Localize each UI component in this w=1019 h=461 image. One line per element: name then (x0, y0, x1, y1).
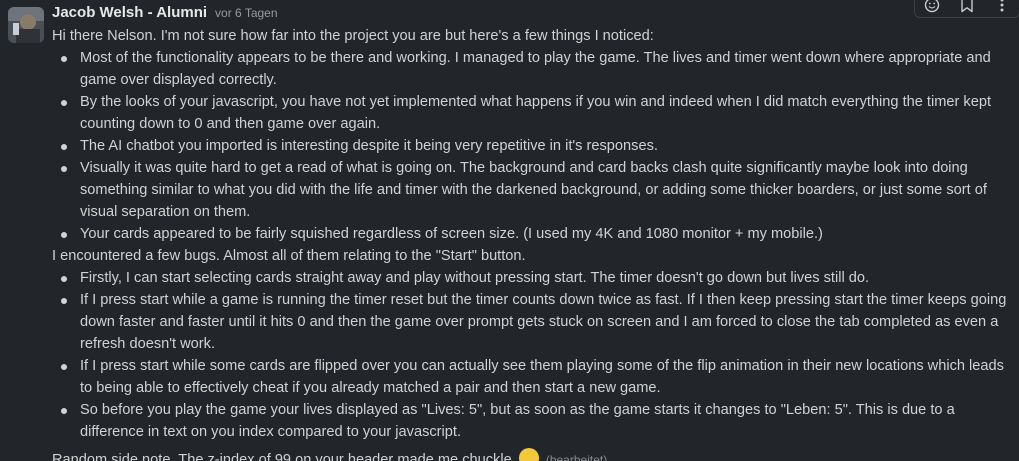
message-timestamp[interactable]: vor 6 Tagen (215, 6, 278, 20)
avatar[interactable] (8, 7, 44, 43)
message-item: Jacob Welsh - Alumni vor 6 Tagen Hi ther… (0, 0, 1019, 461)
list-item: Most of the functionality appears to be … (61, 47, 1012, 91)
bugs-list: Firstly, I can start selecting cards str… (52, 267, 1012, 443)
side-note-text: Random side note. The z-index of 99 on y… (52, 452, 512, 461)
side-note: Random side note. The z-index of 99 on y… (52, 448, 607, 461)
message-body: Hi there Nelson. I'm not sure how far in… (52, 25, 1012, 443)
avatar-image (8, 7, 44, 43)
message-intro: Hi there Nelson. I'm not sure how far in… (52, 28, 654, 44)
add-reaction-icon (925, 0, 940, 13)
more-actions-button[interactable] (991, 0, 1013, 15)
grinning-emoji-icon (518, 448, 539, 461)
list-item: Visually it was quite hard to get a read… (61, 157, 1012, 223)
bugs-intro: I encountered a few bugs. Almost all of … (52, 248, 526, 264)
list-item: So before you play the game your lives d… (61, 399, 1012, 443)
list-item: Your cards appeared to be fairly squishe… (61, 223, 1012, 245)
more-actions-icon (1000, 0, 1004, 12)
list-item: If I press start while some cards are fl… (61, 355, 1012, 399)
author-name[interactable]: Jacob Welsh - Alumni (52, 4, 207, 21)
list-item: By the looks of your javascript, you hav… (61, 91, 1012, 135)
message-header: Jacob Welsh - Alumni vor 6 Tagen (52, 4, 278, 26)
list-item: If I press start while a game is running… (61, 289, 1012, 355)
list-item: Firstly, I can start selecting cards str… (61, 267, 1012, 289)
edited-label: (bearbeitet) (545, 453, 608, 461)
add-reaction-button[interactable] (921, 0, 943, 15)
save-message-button[interactable] (956, 0, 978, 15)
message-actions-toolbar (914, 0, 1019, 18)
list-item: The AI chatbot you imported is interesti… (61, 135, 1012, 157)
observations-list: Most of the functionality appears to be … (52, 47, 1012, 245)
bookmark-icon (961, 0, 973, 13)
